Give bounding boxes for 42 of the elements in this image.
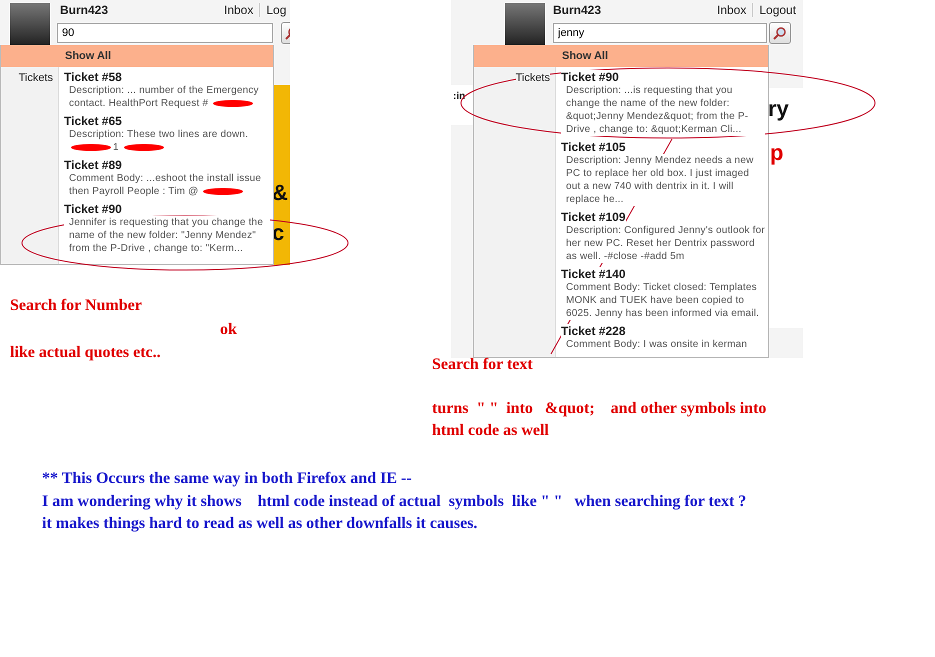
show-all-option[interactable]: Show All [474, 45, 768, 67]
background-text: & [272, 180, 288, 206]
photo-placeholder [10, 3, 50, 45]
username: Burn423 [60, 3, 108, 17]
search-button[interactable] [769, 22, 791, 44]
background-text: :in [453, 91, 466, 102]
background-text: ry [768, 96, 789, 122]
username: Burn423 [553, 3, 602, 17]
search-field[interactable]: 90 [57, 23, 273, 43]
header-link[interactable]: Log [259, 3, 290, 17]
redaction-mark [203, 188, 244, 195]
header-link[interactable]: Inbox [711, 3, 752, 17]
redaction-mark [71, 144, 111, 151]
result-title[interactable]: Ticket #90 [561, 70, 619, 84]
search-field[interactable]: jenny [553, 23, 767, 43]
result-description: Description: ...is requesting that you change the name of the new folder: &quot;Jenny Mendez&quot; from the P-Drive , change to: &quot;Kerman Cli... [561, 84, 765, 136]
result-title[interactable]: Ticket #109 [561, 210, 626, 224]
redaction-mark [124, 144, 164, 151]
annotation-text: it makes things hard to read as well as other downfalls it causes. [42, 515, 478, 533]
header-link[interactable]: Logout [752, 3, 802, 17]
annotation-text: ** This Occurs the same way in both Firefox and IE -- [42, 470, 412, 488]
result-description: Jennifer is requesting that you change the name of the new folder: "Jenny Mendez" from the P-Drive , change to: "Kerm... [64, 216, 270, 255]
annotation-text: like actual quotes etc.. [10, 344, 161, 362]
result-title[interactable]: Ticket #105 [561, 140, 626, 154]
annotation-text: I am wondering why it shows html code instead of actual symbols like " " when searching for text ? [42, 493, 746, 511]
photo-placeholder [505, 3, 545, 45]
header-link[interactable]: Inbox [218, 3, 260, 17]
search-icon [773, 26, 787, 40]
annotation-text: turns " " into &quot; and other symbols into [432, 400, 766, 418]
result-title[interactable]: Ticket #65 [64, 114, 122, 128]
annotation-text: Search for text [432, 356, 533, 374]
result-title[interactable]: Ticket #90 [64, 202, 122, 216]
result-title[interactable]: Ticket #228 [561, 324, 626, 338]
annotation-text: ok [220, 321, 237, 339]
redaction-mark [213, 100, 254, 107]
background-text: p [770, 140, 784, 166]
result-title[interactable]: Ticket #89 [64, 158, 122, 172]
show-all-option[interactable]: Show All [1, 45, 273, 67]
result-title[interactable]: Ticket #58 [64, 70, 122, 84]
result-title[interactable]: Ticket #140 [561, 267, 626, 281]
annotation-text: html code as well [432, 422, 549, 440]
annotation-text: Search for Number [10, 297, 142, 315]
